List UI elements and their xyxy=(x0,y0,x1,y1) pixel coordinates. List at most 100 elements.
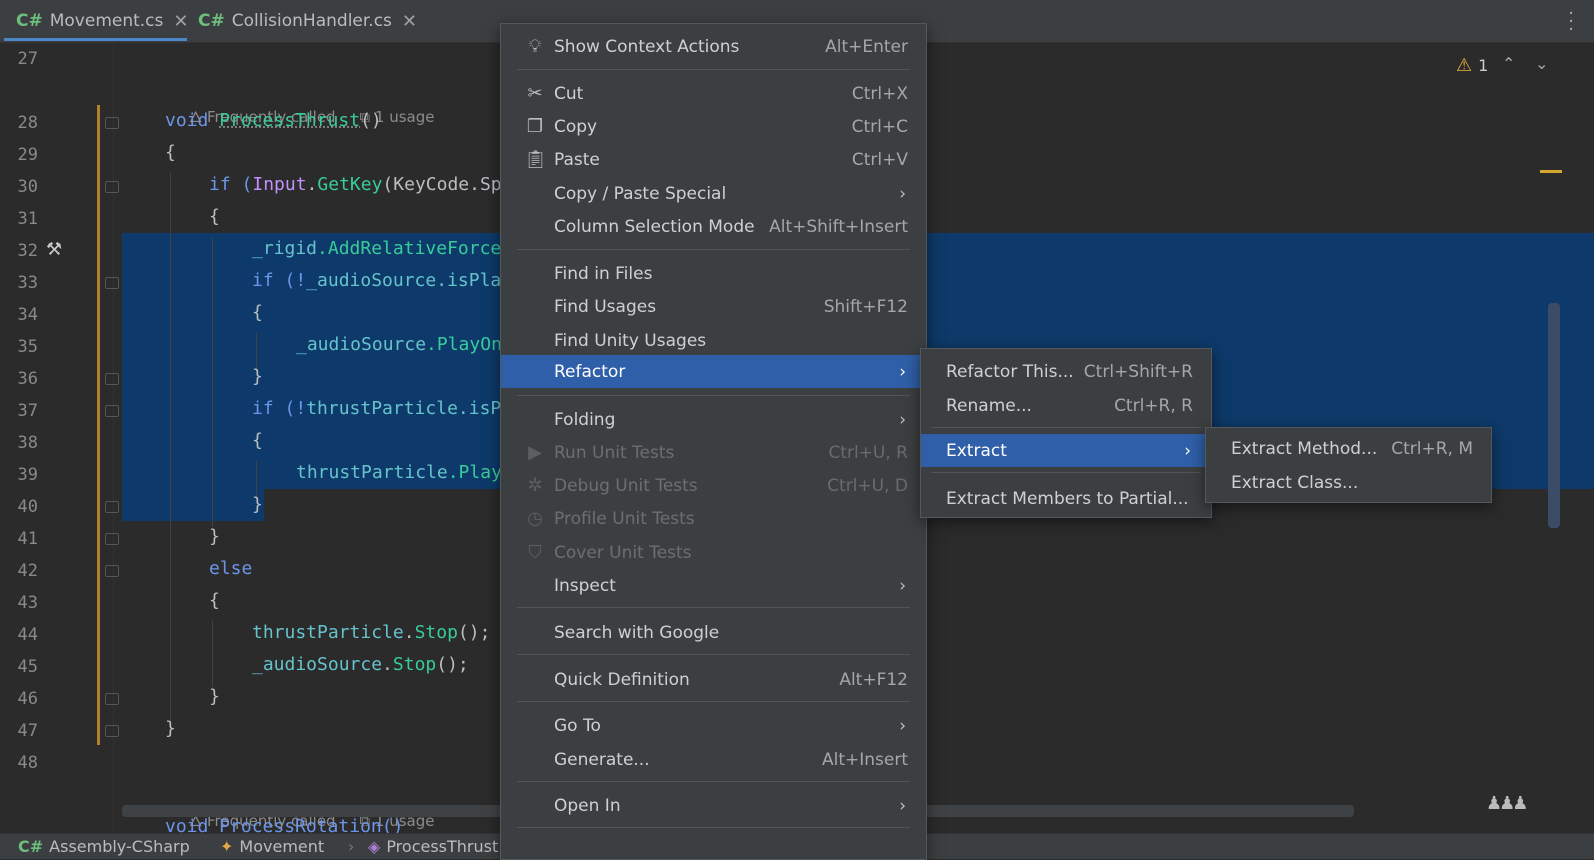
line-number: 29 xyxy=(17,145,38,165)
csharp-project-icon: C# xyxy=(18,837,44,856)
menu-separator xyxy=(517,701,910,702)
paste-icon: 📋︎ xyxy=(524,149,547,170)
line-number: 38 xyxy=(17,433,38,453)
extract-submenu: Extract Method... Ctrl+R, M Extract Clas… xyxy=(1205,427,1492,503)
ai-assistant-icon[interactable]: ♟♟♟ xyxy=(1486,793,1528,814)
shield-icon: ⛉ xyxy=(528,542,542,563)
menu-item-extract-method[interactable]: Extract Method... Ctrl+R, M xyxy=(1206,432,1491,465)
tab-label: Movement.cs xyxy=(49,11,164,31)
warning-icon: ⚠ xyxy=(1456,55,1473,76)
chevron-right-icon: › xyxy=(899,183,906,204)
chevron-right-icon: › xyxy=(348,837,355,856)
breadcrumb-method[interactable]: ◈ ProcessThrust xyxy=(368,834,498,859)
menu-item-folding[interactable]: Folding › xyxy=(501,403,926,436)
fold-marker-icon[interactable] xyxy=(105,373,119,385)
line-number: 43 xyxy=(17,593,38,613)
menu-separator xyxy=(931,472,1201,473)
copy-icon: ❐ xyxy=(526,116,544,137)
fold-marker-icon[interactable] xyxy=(105,725,119,737)
fold-marker-icon[interactable] xyxy=(105,117,119,129)
menu-item-copy[interactable]: ❐ Copy Ctrl+C xyxy=(501,110,926,143)
menu-separator xyxy=(517,781,910,782)
warning-marker[interactable] xyxy=(1540,170,1562,173)
line-number: 32 xyxy=(17,241,38,261)
tab-collisionhandler-cs[interactable]: C# CollisionHandler.cs ✕ xyxy=(198,0,417,42)
menu-separator xyxy=(517,395,910,396)
tab-movement-cs[interactable]: C# Movement.cs ✕ xyxy=(16,0,188,42)
line-number: 40 xyxy=(17,497,38,517)
menu-item-extract[interactable]: Extract › xyxy=(921,434,1211,467)
menu-item-quick-definition[interactable]: Quick Definition Alt+F12 xyxy=(501,663,926,696)
chevron-right-icon: › xyxy=(899,361,906,382)
bulb-icon: 💡︎ xyxy=(528,36,542,57)
menu-item-paste[interactable]: 📋︎ Paste Ctrl+V xyxy=(501,143,926,176)
menu-item-find-unity-usages[interactable]: Find Unity Usages xyxy=(501,324,926,357)
menu-item-extract-members-to-partial[interactable]: Extract Members to Partial... xyxy=(921,482,1211,515)
line-number: 39 xyxy=(17,465,38,485)
menu-item-cut[interactable]: ✂ Cut Ctrl+X xyxy=(501,77,926,110)
more-options-icon[interactable]: · · · xyxy=(1568,5,1574,39)
chevron-right-icon: › xyxy=(899,715,906,736)
line-number: 35 xyxy=(17,337,38,357)
context-menu: 💡︎ Show Context Actions Alt+Enter ✂ Cut … xyxy=(500,23,927,860)
menu-item-column-selection-mode[interactable]: Column Selection Mode Alt+Shift+Insert xyxy=(501,210,926,243)
refactor-submenu: Refactor This... Ctrl+Shift+R Rename... … xyxy=(920,348,1212,518)
menu-item-extract-class[interactable]: Extract Class... xyxy=(1206,466,1491,499)
menu-item-find-usages[interactable]: Find Usages Shift+F12 xyxy=(501,290,926,323)
line-number: 41 xyxy=(17,529,38,549)
line-number: 36 xyxy=(17,369,38,389)
fold-marker-icon[interactable] xyxy=(105,693,119,705)
menu-item-go-to[interactable]: Go To › xyxy=(501,709,926,742)
method-icon: ◈ xyxy=(368,837,381,856)
fold-marker-icon[interactable] xyxy=(105,501,119,513)
fold-marker-icon[interactable] xyxy=(105,181,119,193)
breadcrumb-class[interactable]: ✦ Movement xyxy=(220,834,324,859)
chevron-right-icon: › xyxy=(899,575,906,596)
line-number: 30 xyxy=(17,177,38,197)
menu-item-refactor[interactable]: Refactor › xyxy=(501,355,926,388)
line-number: 37 xyxy=(17,401,38,421)
menu-item-generate[interactable]: Generate... Alt+Insert xyxy=(501,743,926,776)
tab-label: CollisionHandler.cs xyxy=(231,11,392,31)
menu-item-debug-unit-tests[interactable]: ✲ Debug Unit Tests Ctrl+U, D xyxy=(501,469,926,502)
close-icon[interactable]: ✕ xyxy=(402,11,417,32)
menu-item-search-with-google[interactable]: Search with Google xyxy=(501,616,926,649)
chevron-down-icon[interactable]: ⌄ xyxy=(1535,54,1548,73)
line-number: 42 xyxy=(17,561,38,581)
fold-marker-icon[interactable] xyxy=(105,565,119,577)
line-number: 47 xyxy=(17,721,38,741)
breadcrumb-project[interactable]: C# Assembly-CSharp xyxy=(18,834,190,859)
stopwatch-icon: ◷ xyxy=(527,508,543,529)
chevron-up-icon[interactable]: ⌃ xyxy=(1502,54,1515,73)
line-number: 48 xyxy=(17,753,38,773)
menu-item-copy-paste-special[interactable]: Copy / Paste Special › xyxy=(501,177,926,210)
chevron-right-icon: › xyxy=(899,795,906,816)
menu-separator xyxy=(517,69,910,70)
inspection-widget[interactable]: ⚠ 1 xyxy=(1456,55,1488,76)
menu-item-cover-unit-tests[interactable]: ⛉ Cover Unit Tests xyxy=(501,536,926,569)
menu-item-refactor-this[interactable]: Refactor This... Ctrl+Shift+R xyxy=(921,355,1211,388)
scissors-icon: ✂ xyxy=(527,83,543,104)
fold-marker-icon[interactable] xyxy=(105,277,119,289)
csharp-file-icon: C# xyxy=(16,11,43,31)
hammer-icon[interactable]: ⚒ xyxy=(46,239,62,260)
chevron-right-icon: › xyxy=(1184,440,1191,461)
menu-item-run-unit-tests[interactable]: ▶ Run Unit Tests Ctrl+U, R xyxy=(501,436,926,469)
vertical-scrollbar[interactable] xyxy=(1548,303,1560,528)
chevron-right-icon: › xyxy=(899,409,906,430)
menu-item-open-in[interactable]: Open In › xyxy=(501,789,926,822)
fold-marker-icon[interactable] xyxy=(105,533,119,545)
line-number: 28 xyxy=(17,113,38,133)
line-number: 46 xyxy=(17,689,38,709)
menu-item-profile-unit-tests[interactable]: ◷ Profile Unit Tests xyxy=(501,502,926,535)
menu-item-rename[interactable]: Rename... Ctrl+R, R xyxy=(921,389,1211,422)
menu-item-find-in-files[interactable]: Find in Files xyxy=(501,257,926,290)
line-number: 34 xyxy=(17,305,38,325)
active-tab-indicator xyxy=(4,38,187,41)
close-icon[interactable]: ✕ xyxy=(173,11,188,32)
fold-marker-icon[interactable] xyxy=(105,405,119,417)
line-number: 31 xyxy=(17,209,38,229)
menu-item-inspect[interactable]: Inspect › xyxy=(501,569,926,602)
menu-item-show-context-actions[interactable]: 💡︎ Show Context Actions Alt+Enter xyxy=(501,30,926,63)
menu-separator xyxy=(931,427,1201,428)
